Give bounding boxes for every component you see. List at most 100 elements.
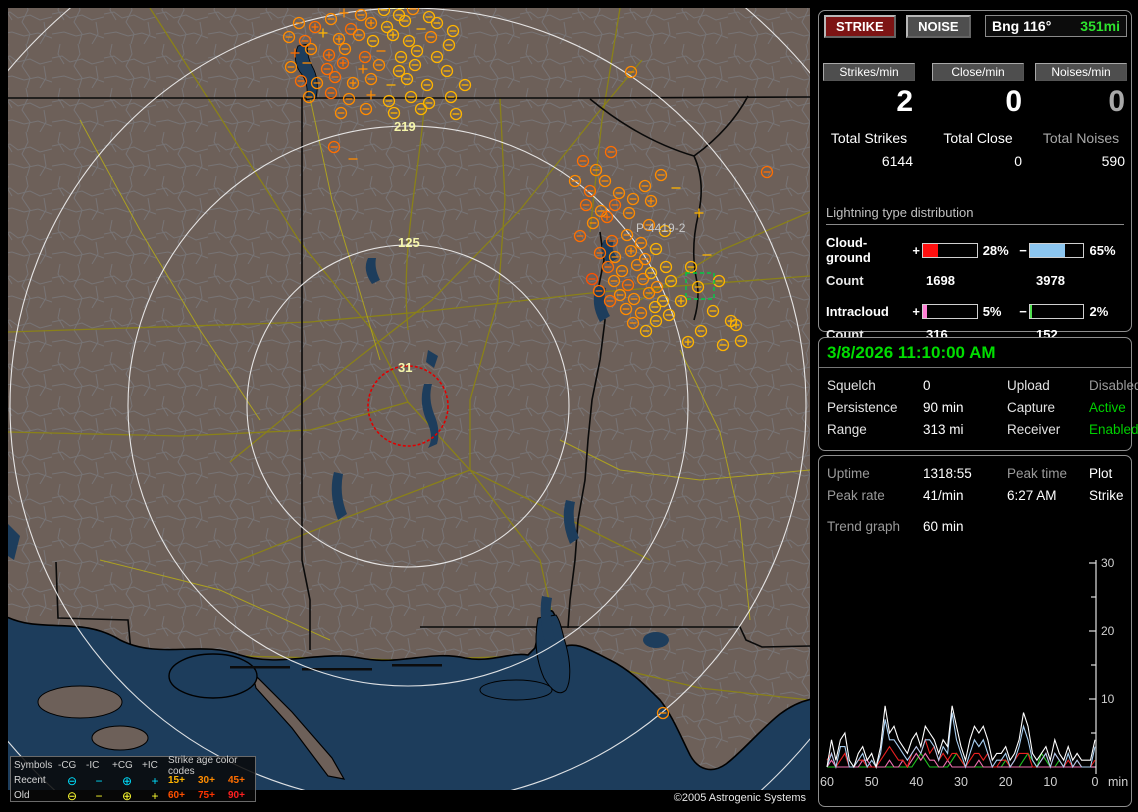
status-grid: Squelch 0 Upload Disabled Persistence 90… (819, 368, 1138, 437)
squelch-label: Squelch (827, 378, 876, 393)
bearing-distance: 351mi (1080, 18, 1120, 34)
svg-text:0: 0 (1092, 775, 1099, 789)
minus-icon: − (95, 773, 103, 788)
cg-pos-pct: 28% (982, 242, 1009, 258)
plus-icon: + (151, 788, 159, 803)
circle-plus-icon: ⊕ (121, 773, 133, 788)
map-area[interactable]: 31321912531 P-4419-2 ©2005 Astrogenic Sy… (8, 8, 810, 806)
age-60: 60+ (168, 790, 185, 801)
legend-col-pic: +IC (142, 760, 158, 771)
total-noises-label: Total Noises (1042, 130, 1120, 146)
ring-label-219: 219 (394, 119, 416, 134)
receiver-label: Receiver (1007, 422, 1061, 437)
age-30: 30+ (198, 775, 215, 786)
strikes-per-min-value: 2 (896, 85, 913, 118)
lightning-map[interactable]: 31321912531 P-4419-2 (8, 8, 810, 790)
svg-text:min: min (1108, 775, 1128, 789)
trend-graph-row: Trend graph 60 min (819, 503, 1131, 534)
noise-button[interactable]: NOISE (906, 15, 971, 38)
cloud-ground-count-row: Count 1698 3978 (826, 273, 1124, 288)
svg-text:10: 10 (1101, 692, 1115, 706)
age-45: 45+ (228, 775, 245, 786)
cg-pos-count: 1698 (926, 273, 955, 288)
peak-rate-value: 41/min (923, 488, 964, 503)
uptime-label: Uptime (827, 466, 870, 481)
upload-value: Disabled (1089, 378, 1138, 393)
runtime-grid: Uptime 1318:55 Peak time Plot Peak rate … (819, 456, 1131, 503)
receiver-value: Enabled (1089, 422, 1138, 437)
trend-window-value: 60 min (923, 519, 964, 534)
cg-pos-bar (921, 242, 978, 258)
svg-text:40: 40 (909, 775, 923, 789)
ic-neg-bar (1028, 304, 1085, 319)
trend-graph-label: Trend graph (827, 519, 901, 534)
circle-minus-icon: ⊖ (66, 773, 78, 788)
close-per-min-value: 0 (1005, 85, 1022, 118)
legend-col-nic: -IC (86, 760, 100, 771)
trend-panel: Uptime 1318:55 Peak time Plot Peak rate … (818, 455, 1132, 807)
legend-age-header: Strike age color codes (168, 754, 238, 777)
plus-sign: + (912, 304, 920, 319)
app-window: { "map": { "copyright": "©2005 Astrogeni… (0, 0, 1138, 812)
close-per-min-chip[interactable]: Close/min (932, 63, 1024, 81)
age-90: 90+ (228, 790, 245, 801)
range-label: Range (827, 422, 867, 437)
capture-value: Active (1089, 400, 1126, 415)
ic-pos-bar (921, 304, 978, 319)
cloud-ground-label: Cloud-ground (826, 235, 871, 265)
intracloud-label: Intracloud (826, 304, 889, 319)
legend-col-pcg: +CG (112, 760, 133, 771)
legend-col-symbols: Symbols (14, 760, 53, 771)
intracloud-row: Intracloud + 5% − 2% (826, 304, 1124, 319)
range-value: 313 mi (923, 422, 964, 437)
persistence-value: 90 min (923, 400, 964, 415)
total-close-value: 0 (1014, 153, 1022, 169)
svg-text:20: 20 (999, 775, 1013, 789)
capture-label: Capture (1007, 400, 1056, 415)
strikes-column: Strikes/min 2 Total Strikes 6144 (823, 63, 915, 169)
minus-sign: − (1019, 242, 1027, 258)
legend-row-old-label: Old (14, 790, 30, 801)
noises-column: Noises/min 0 Total Noises 590 (1035, 63, 1127, 169)
count-label: Count (826, 273, 864, 288)
lightning-distribution: Lightning type distribution Cloud-ground… (826, 205, 1124, 342)
close-column: Close/min 0 Total Close 0 (932, 63, 1024, 169)
minus-icon: − (95, 788, 103, 803)
cloud-ground-row: Cloud-ground + 28% − 65% (826, 235, 1124, 265)
legend-row-recent-label: Recent (14, 775, 46, 786)
age-75: 75+ (198, 790, 215, 801)
svg-text:30: 30 (954, 775, 968, 789)
status-panel: 3/8/2026 11:10:00 AM Squelch 0 Upload Di… (818, 337, 1138, 451)
uptime-value: 1318:55 (923, 466, 972, 481)
persistence-label: Persistence (827, 400, 898, 415)
strikes-per-min-chip[interactable]: Strikes/min (823, 63, 915, 81)
peak-time-label: Peak time (1007, 466, 1068, 481)
svg-text:30: 30 (1101, 556, 1115, 570)
noises-per-min-chip[interactable]: Noises/min (1035, 63, 1127, 81)
age-15: 15+ (168, 775, 185, 786)
strike-button[interactable]: STRIKE (824, 15, 896, 38)
plus-icon: + (151, 773, 159, 788)
ic-pos-pct: 5% (982, 304, 1002, 319)
ring-label-31: 31 (398, 360, 412, 375)
plot-mode-value: Strike (1089, 488, 1124, 503)
upload-label: Upload (1007, 378, 1050, 393)
svg-text:20: 20 (1101, 624, 1115, 638)
cg-neg-bar (1028, 242, 1085, 258)
strike-stats-panel: STRIKE NOISE Bng 116° 351mi Strikes/min … (818, 10, 1132, 342)
bearing-box: Bng 116° 351mi (985, 15, 1127, 37)
total-strikes-value: 6144 (881, 153, 913, 169)
legend-col-ncg: -CG (58, 760, 77, 771)
total-close-label: Total Close (943, 130, 1013, 146)
copyright-text: ©2005 Astrogenic Systems (673, 792, 806, 804)
circle-minus-icon: ⊖ (66, 788, 78, 803)
cg-neg-count: 3978 (1036, 273, 1065, 288)
plot-label: Plot (1089, 466, 1113, 481)
plus-sign: + (912, 242, 920, 258)
svg-text:60: 60 (820, 775, 834, 789)
trend-graph: 10 20 30 60 50 40 30 20 10 0 min (820, 552, 1128, 804)
squelch-value: 0 (923, 378, 931, 393)
ic-neg-pct: 2% (1089, 304, 1109, 319)
symbol-legend: Symbols -CG -IC +CG +IC Strike age color… (10, 754, 256, 803)
bearing-label: Bng 116° (992, 18, 1052, 34)
